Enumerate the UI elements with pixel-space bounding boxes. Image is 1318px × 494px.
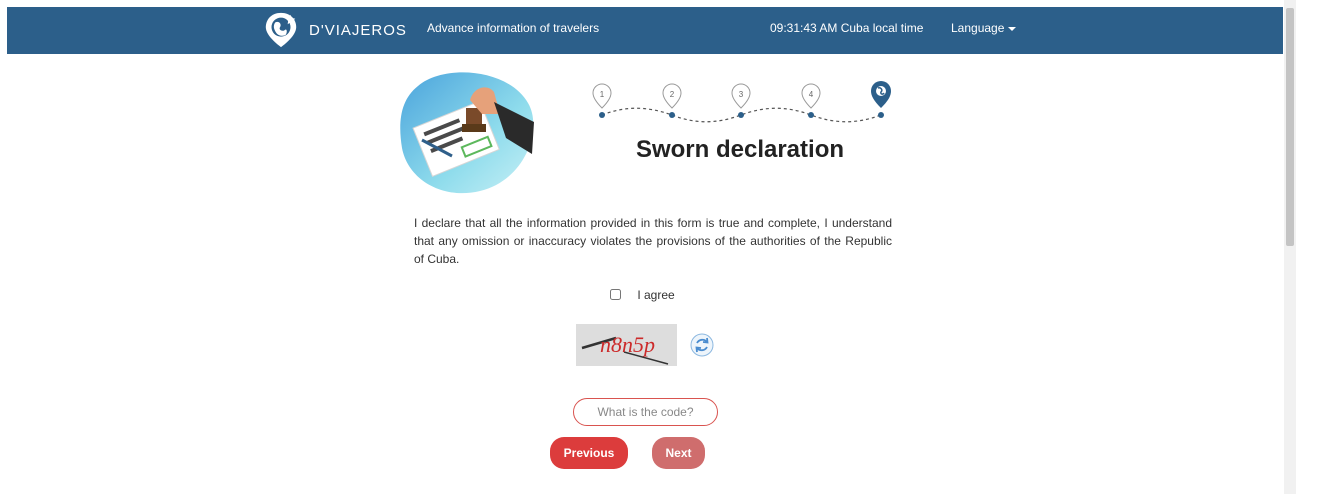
declaration-text: I declare that all the information provi…	[414, 216, 892, 266]
agree-row[interactable]: I agree	[610, 288, 675, 302]
step-2-label: 2	[670, 90, 675, 99]
refresh-icon[interactable]	[690, 333, 714, 357]
top-navbar: D'VIAJEROS Advance information of travel…	[7, 7, 1283, 54]
agree-label: I agree	[637, 288, 675, 302]
step-4-marker: 4	[801, 83, 821, 118]
next-button[interactable]: Next	[652, 437, 705, 469]
agree-checkbox[interactable]	[610, 289, 621, 300]
stamp-document-illustration	[400, 72, 534, 194]
captcha-code-input[interactable]	[573, 398, 718, 426]
previous-button[interactable]: Previous	[550, 437, 628, 469]
captcha-image: n8n5p	[576, 324, 677, 366]
globe-pin-logo-icon[interactable]	[262, 11, 300, 49]
progress-steps: 1 2 3 4	[592, 81, 891, 123]
language-label: Language	[951, 21, 1005, 35]
page-title: Sworn declaration	[635, 136, 845, 163]
step-3-label: 3	[739, 90, 744, 99]
language-dropdown[interactable]: Language	[951, 21, 1017, 35]
step-1-label: 1	[600, 90, 605, 99]
scrollbar-thumb[interactable]	[1286, 8, 1294, 246]
step-4-label: 4	[809, 90, 814, 99]
local-time-clock: 09:31:43 AM Cuba local time	[770, 21, 924, 35]
header-subtitle: Advance information of travelers	[427, 21, 600, 35]
captcha-code-text: n8n5p	[600, 332, 655, 357]
map-pin-icon	[871, 81, 891, 118]
brand-name[interactable]: D'VIAJEROS	[309, 22, 407, 39]
step-2-marker: 2	[662, 83, 682, 118]
step-3-marker: 3	[731, 83, 751, 118]
caret-down-icon	[1008, 26, 1017, 31]
